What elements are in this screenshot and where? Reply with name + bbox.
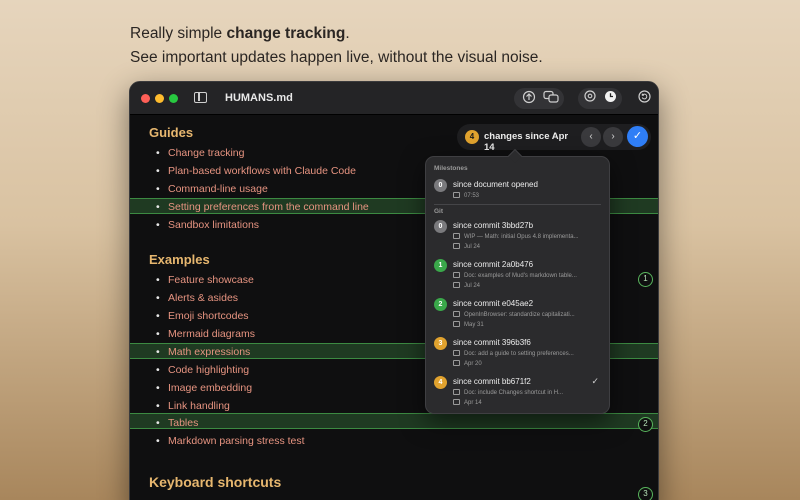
entry-title: since commit 3bbd27b: [453, 221, 534, 230]
sidebar-toggle-icon[interactable]: [194, 92, 207, 103]
calendar-icon: [453, 192, 460, 198]
message-icon: [453, 233, 460, 239]
milestone-entry[interactable]: 0 since document opened 07:53: [426, 178, 609, 216]
toc-link[interactable]: Link handling: [156, 399, 230, 413]
commit-entry-selected[interactable]: 4 since commit bb671f2 ✓ Doc: include Ch…: [426, 375, 609, 413]
entry-date: May 31: [453, 321, 484, 328]
message-icon: [453, 389, 460, 395]
zoom-window-button[interactable]: [169, 94, 178, 103]
toc-link[interactable]: Feature showcase: [156, 273, 254, 287]
change-marker[interactable]: 3: [638, 487, 653, 500]
upload-icon[interactable]: [520, 90, 538, 107]
titlebar: HUMANS.md: [130, 82, 658, 115]
message-icon: [453, 272, 460, 278]
changes-label: changes since Apr 14: [484, 131, 569, 153]
confirm-changes-button[interactable]: ✓: [627, 126, 648, 147]
calendar-icon: [453, 399, 460, 405]
refresh-icon[interactable]: [635, 90, 653, 107]
toc-link[interactable]: Image embedding: [156, 381, 252, 395]
count-badge: 1: [434, 259, 447, 272]
entry-date: Jul 24: [453, 243, 480, 250]
entry-title: since commit 396b3f6: [453, 338, 531, 347]
commit-entry[interactable]: 3 since commit 396b3f6 Doc: add a guide …: [426, 336, 609, 374]
toc-link[interactable]: Change tracking: [156, 146, 245, 160]
previous-change-button[interactable]: ‹: [581, 127, 601, 147]
entry-date: Apr 14: [453, 399, 482, 406]
entry-title: since document opened: [453, 180, 538, 189]
next-change-button[interactable]: ›: [603, 127, 623, 147]
entry-message: WIP — Math: initial Opus 4.8 implementa.…: [453, 233, 579, 240]
changes-popover: Milestones 0 since document opened 07:53…: [425, 148, 610, 414]
commit-entry[interactable]: 2 since commit e045ae2 OpenInBrowser: st…: [426, 297, 609, 335]
message-icon: [453, 350, 460, 356]
message-icon: [453, 311, 460, 317]
calendar-icon: [453, 243, 460, 249]
history-clock-icon[interactable]: [601, 90, 619, 107]
calendar-icon: [453, 360, 460, 366]
hero-line-1: Really simple change tracking.: [130, 25, 350, 42]
count-badge: 0: [434, 179, 447, 192]
section-heading: Examples: [149, 252, 210, 267]
entry-title: since commit 2a0b476: [453, 260, 534, 269]
entry-message: Doc: examples of Mud's markdown table...: [453, 272, 577, 279]
entry-message: OpenInBrowser: standardize capitalizati.…: [453, 311, 575, 318]
count-badge: 3: [434, 337, 447, 350]
chat-bubbles-icon[interactable]: [542, 90, 560, 107]
section-heading: Guides: [149, 125, 194, 140]
changes-button[interactable]: 4 changes since Apr 14: [457, 124, 577, 153]
toc-link[interactable]: Setting preferences from the command lin…: [156, 200, 369, 214]
entry-title: since commit bb671f2: [453, 377, 531, 386]
change-highlight: [130, 413, 658, 429]
commit-entry[interactable]: 1 since commit 2a0b476 Doc: examples of …: [426, 258, 609, 296]
count-badge: 0: [434, 220, 447, 233]
entry-date: Jul 24: [453, 282, 480, 289]
milestones-label: Milestones: [434, 165, 468, 172]
entry-time: 07:53: [453, 192, 479, 199]
toc-link[interactable]: Markdown parsing stress test: [156, 434, 305, 448]
count-badge: 2: [434, 298, 447, 311]
calendar-icon: [453, 321, 460, 327]
changes-count-badge: 4: [465, 130, 479, 144]
change-marker[interactable]: 2: [638, 417, 653, 432]
git-label: Git: [434, 208, 444, 215]
entry-date: Apr 20: [453, 360, 482, 367]
toc-link[interactable]: Emoji shortcodes: [156, 309, 248, 323]
toc-link[interactable]: Tables: [156, 416, 199, 430]
section-heading: Keyboard shortcuts: [149, 474, 282, 490]
entry-message: Doc: add a guide to setting preferences.…: [453, 350, 574, 357]
toc-link[interactable]: Alerts & asides: [156, 291, 238, 305]
hero-text: Really simple change tracking. See impor…: [130, 24, 543, 68]
entry-message: Doc: include Changes shortcut in H...: [453, 389, 563, 396]
commit-entry[interactable]: 0 since commit 3bbd27b WIP — Math: initi…: [426, 219, 609, 257]
toc-link[interactable]: Mermaid diagrams: [156, 327, 255, 341]
close-window-button[interactable]: [141, 94, 150, 103]
change-marker[interactable]: 1: [638, 272, 653, 287]
hero-line-2: See important updates happen live, witho…: [130, 49, 543, 66]
toc-link[interactable]: Command-line usage: [156, 182, 268, 196]
app-window: HUMANS.md Guides Change tracking Plan-ba…: [129, 81, 659, 500]
calendar-icon: [453, 282, 460, 288]
document-title: HUMANS.md: [225, 92, 293, 104]
divider: [434, 204, 601, 205]
toc-link[interactable]: Code highlighting: [156, 363, 249, 377]
count-badge: 4: [434, 376, 447, 389]
entry-title: since commit e045ae2: [453, 299, 534, 308]
toc-link[interactable]: Math expressions: [156, 345, 250, 359]
minimize-window-button[interactable]: [155, 94, 164, 103]
toc-link[interactable]: Plan-based workflows with Claude Code: [156, 164, 356, 178]
checkmark-icon: ✓: [591, 376, 599, 386]
toc-link[interactable]: Sandbox limitations: [156, 218, 259, 232]
changes-toolbar: 4 changes since Apr 14 ‹ › ✓: [457, 124, 651, 153]
find-icon[interactable]: [581, 90, 599, 107]
